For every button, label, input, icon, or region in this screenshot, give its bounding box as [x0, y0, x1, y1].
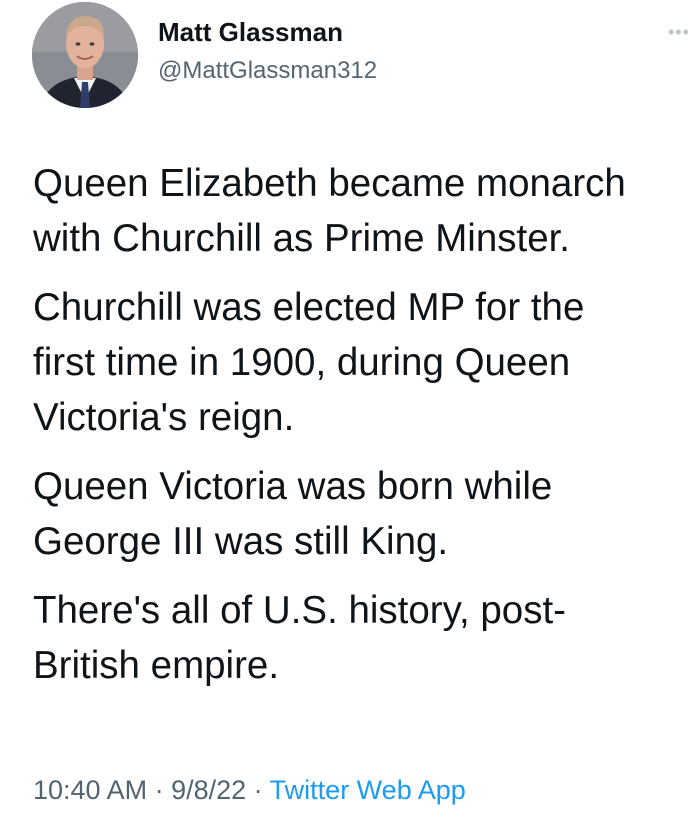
tweet-date[interactable]: 9/8/22 [171, 775, 246, 805]
separator: · [147, 775, 172, 805]
tweet-paragraph: Queen Elizabeth became monarch with Chur… [33, 162, 626, 260]
tweet: Matt Glassman @MattGlassman312 ••• Queen… [0, 0, 700, 826]
avatar[interactable] [32, 2, 138, 108]
tweet-paragraph: Churchill was elected MP for the first t… [33, 286, 585, 439]
avatar-image [32, 2, 138, 108]
tweet-text: Queen Elizabeth became monarch with Chur… [33, 156, 698, 707]
tweet-time[interactable]: 10:40 AM [33, 775, 147, 805]
separator: · [246, 775, 270, 805]
more-options-button[interactable]: ••• [668, 20, 700, 44]
tweet-paragraph: Queen Victoria was born while George III… [33, 465, 553, 563]
tweet-paragraph: There's all of U.S. history, post- Briti… [33, 589, 566, 687]
tweet-source-link[interactable]: Twitter Web App [270, 775, 466, 805]
author-block: Matt Glassman @MattGlassman312 [158, 16, 377, 86]
more-options-icon: ••• [668, 22, 690, 42]
author-handle[interactable]: @MattGlassman312 [158, 56, 377, 86]
author-display-name[interactable]: Matt Glassman [158, 16, 377, 48]
tweet-metadata: 10:40 AM · 9/8/22 · Twitter Web App [33, 770, 466, 810]
